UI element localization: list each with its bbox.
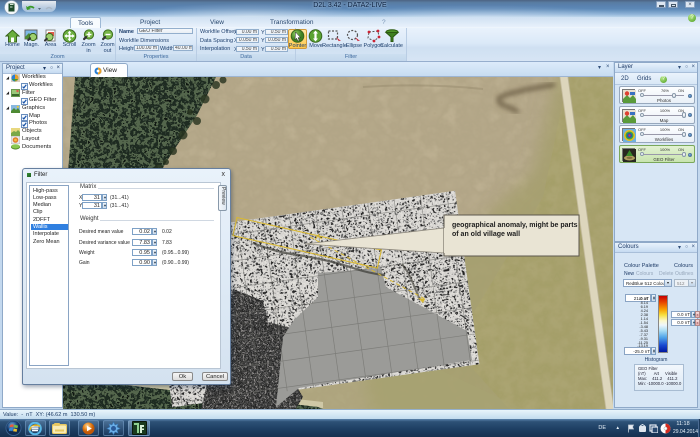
svg-text:of an old village wall: of an old village wall — [452, 231, 520, 238]
svg-text:geographical anomaly, might be: geographical anomaly, might be parts — [452, 222, 578, 229]
